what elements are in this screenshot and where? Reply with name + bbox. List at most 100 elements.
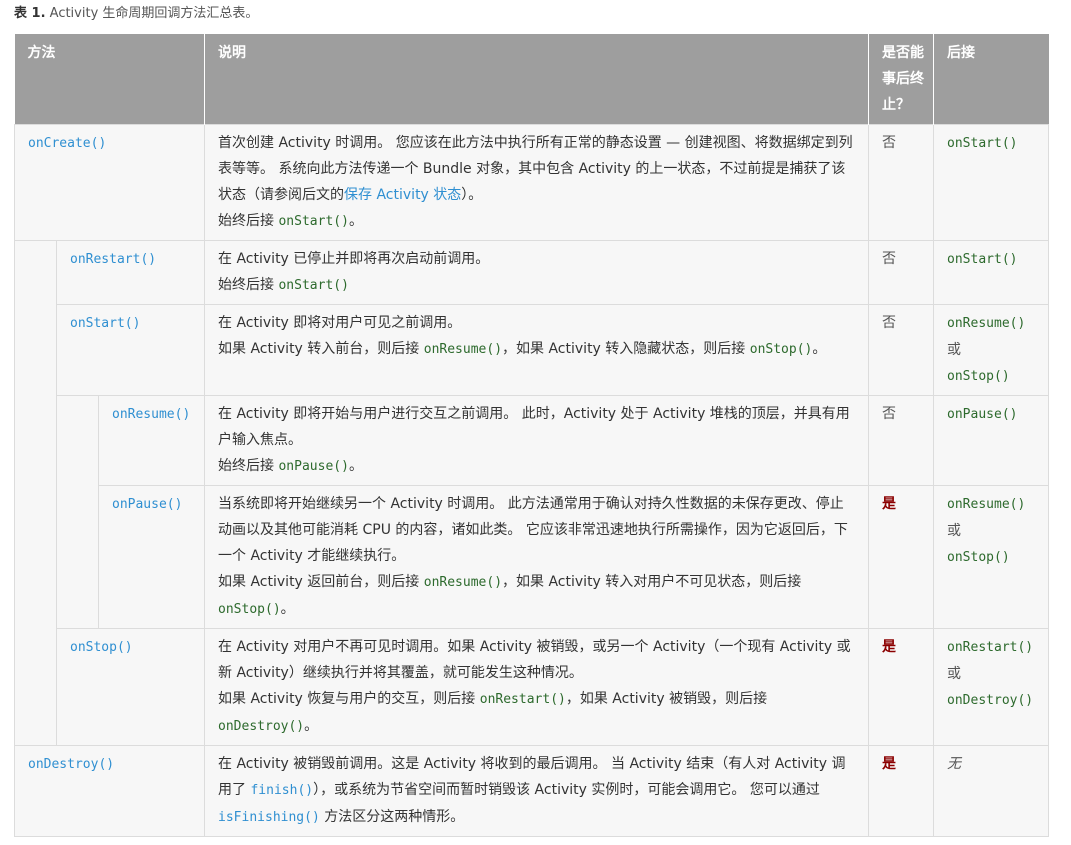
description-cell: 在 Activity 对用户不再可见时调用。如果 Activity 被销毁，或另… (204, 628, 870, 746)
method-link-onstop[interactable]: onStop() (70, 640, 133, 655)
next-cell: onResume() 或 onStop() (933, 304, 1050, 396)
lifecycle-table: 方法 说明 是否能事后终止？ 后接 onCreate() 首次创建 Activi… (13, 34, 1050, 837)
description-text-b: ，如果 Activity 被销毁，则后接 (565, 691, 768, 707)
method-cell: onStop() (55, 628, 206, 746)
killable-cell: 是 (868, 628, 935, 746)
caption-label: 表 1. (14, 6, 46, 21)
killable-value: 否 (882, 315, 897, 331)
description-text: 在 Activity 即将对用户可见之前调用。 (218, 315, 462, 331)
next-method: onResume() (947, 316, 1026, 331)
next-method: onPause() (947, 407, 1018, 422)
inline-code: onStart() (278, 214, 349, 229)
killable-value: 是 (882, 756, 897, 772)
table-caption: 表 1. Activity 生命周期回调方法汇总表。 (14, 6, 258, 22)
table-row: onCreate() 首次创建 Activity 时调用。 您应该在此方法中执行… (13, 124, 1050, 241)
description-punct: 。 (348, 213, 363, 229)
method-cell: onResume() (97, 395, 206, 486)
next-method: onResume() (947, 497, 1026, 512)
or-text: 或 (947, 523, 962, 539)
method-cell: onRestart() (55, 240, 206, 305)
method-cell: onCreate() (13, 124, 206, 241)
next-cell: onStart() (933, 240, 1050, 305)
table-row: onStop() 在 Activity 对用户不再可见时调用。如果 Activi… (15, 628, 1050, 746)
description-cell: 在 Activity 即将开始与用户进行交互之前调用。 此时，Activity … (204, 395, 870, 486)
header-killable: 是否能事后终止？ (868, 34, 935, 125)
header-method: 方法 (14, 34, 206, 125)
description-punct: 。 (812, 341, 827, 357)
isfinishing-link[interactable]: isFinishing() (218, 810, 320, 825)
next-cell: onStart() (933, 124, 1050, 241)
killable-value: 否 (882, 406, 897, 422)
next-cell: onPause() (933, 395, 1050, 486)
table-row: onRestart() 在 Activity 已停止并即将再次启动前调用。 始终… (14, 240, 1050, 746)
description-text-a: 如果 Activity 转入前台，则后接 (218, 341, 424, 357)
description-cell: 当系统即将开始继续另一个 Activity 时调用。 此方法通常用于确认对持久性… (204, 485, 870, 629)
table-header-row: 方法 说明 是否能事后终止？ 后接 (14, 34, 1049, 125)
description-text: 当系统即将开始继续另一个 Activity 时调用。 此方法通常用于确认对持久性… (218, 496, 848, 564)
description-followed: 始终后接 (218, 458, 279, 474)
method-link-onresume[interactable]: onResume() (112, 407, 190, 422)
table-row: onDestroy() 在 Activity 被销毁前调用。这是 Activit… (13, 745, 1050, 837)
or-text: 或 (947, 666, 962, 682)
description-followed: 始终后接 (218, 213, 279, 229)
next-method: onStart() (947, 136, 1018, 151)
description-text-end: ）。 (461, 187, 483, 203)
table-row: onResume() 在 Activity 即将开始与用户进行交互之前调用。 此… (15, 395, 1050, 629)
method-link-onpause[interactable]: onPause() (112, 497, 182, 512)
next-method: onStop() (947, 369, 1010, 384)
description-cell: 在 Activity 被销毁前调用。这是 Activity 将收到的最后调用。 … (204, 745, 870, 837)
method-link-ondestroy[interactable]: onDestroy() (28, 757, 114, 772)
next-cell: onRestart() 或 onDestroy() (933, 628, 1050, 746)
indent-spacer (14, 240, 57, 746)
inline-code: onStop() (749, 342, 813, 357)
next-method: onStart() (947, 252, 1018, 267)
killable-cell: 否 (868, 124, 935, 241)
method-cell: onPause() (97, 485, 206, 629)
killable-value: 否 (882, 135, 897, 151)
finish-link[interactable]: finish() (250, 783, 313, 798)
table-row: onPause() 当系统即将开始继续另一个 Activity 时调用。 此方法… (15, 485, 1050, 629)
description-text-b: ，如果 Activity 转入对用户不可见状态，则后接 (502, 574, 802, 590)
description-text: 在 Activity 已停止并即将再次启动前调用。 (218, 251, 490, 267)
description-followed: 始终后接 (218, 277, 279, 293)
killable-value: 是 (882, 496, 897, 512)
or-text: 或 (947, 342, 962, 358)
inline-code: onDestroy() (218, 719, 305, 734)
table-row: onStart() 在 Activity 即将对用户可见之前调用。 如果 Act… (15, 304, 1050, 396)
next-cell: 无 (933, 745, 1050, 837)
inline-code: onStart() (278, 278, 349, 293)
next-method: onRestart() (947, 640, 1034, 655)
description-cell: 首次创建 Activity 时调用。 您应该在此方法中执行所有正常的静态设置 —… (204, 124, 870, 241)
killable-cell: 否 (868, 240, 935, 305)
description-punct: 。 (280, 601, 295, 617)
killable-value: 否 (882, 251, 897, 267)
inline-code: onStop() (218, 602, 281, 617)
inline-code: onRestart() (479, 692, 566, 707)
header-next: 后接 (933, 34, 1049, 125)
killable-value: 是 (882, 639, 897, 655)
description-text: 首次创建 Activity 时调用。 您应该在此方法中执行所有正常的静态设置 —… (218, 135, 853, 203)
save-state-link[interactable]: 保存 Activity 状态 (344, 187, 461, 203)
killable-cell: 否 (868, 395, 935, 486)
method-cell: onStart() (55, 304, 206, 396)
next-method: onDestroy() (947, 693, 1034, 708)
method-link-oncreate[interactable]: onCreate() (28, 136, 106, 151)
method-link-onstart[interactable]: onStart() (70, 316, 140, 331)
killable-cell: 是 (868, 485, 935, 629)
next-cell: onResume() 或 onStop() (933, 485, 1050, 629)
header-description: 说明 (204, 34, 870, 125)
inline-code: onResume() (423, 342, 503, 357)
description-text-c: 方法区分这两种情形。 (319, 809, 465, 825)
description-cell: 在 Activity 已停止并即将再次启动前调用。 始终后接 onStart() (204, 240, 870, 305)
method-cell: onDestroy() (13, 745, 206, 837)
description-cell: 在 Activity 即将对用户可见之前调用。 如果 Activity 转入前台… (204, 304, 870, 396)
description-text: 在 Activity 对用户不再可见时调用。如果 Activity 被销毁，或另… (218, 639, 851, 681)
next-none: 无 (947, 756, 962, 772)
inline-code: onResume() (423, 575, 503, 590)
description-punct: 。 (348, 458, 363, 474)
description-text-a: 如果 Activity 返回前台，则后接 (218, 574, 424, 590)
killable-cell: 是 (868, 745, 935, 837)
method-link-onrestart[interactable]: onRestart() (70, 252, 156, 267)
killable-cell: 否 (868, 304, 935, 396)
description-text: 在 Activity 即将开始与用户进行交互之前调用。 此时，Activity … (218, 406, 850, 448)
